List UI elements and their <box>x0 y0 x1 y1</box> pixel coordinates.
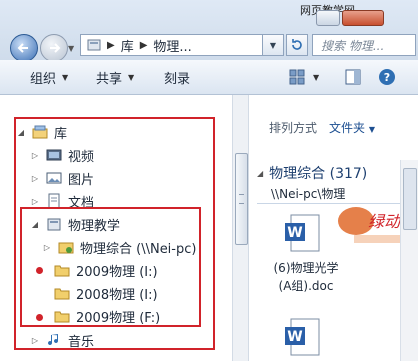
recent-pages-icon[interactable]: ▼ <box>68 44 76 53</box>
chevron-down-icon: ▼ <box>368 125 376 134</box>
arrow-left-icon <box>17 43 28 53</box>
group-title: 物理综合 (317) <box>269 166 368 182</box>
content-pane: 排列方式 文件夹 ▼ ◢ 物理综合 (317) \\Nei-pc\物理 W (6… <box>249 95 418 361</box>
arrow-right-icon <box>50 43 61 53</box>
address-dropdown-button[interactable]: ▼ <box>262 34 284 56</box>
chevron-down-icon: ▼ <box>269 40 277 50</box>
view-dropdown-icon[interactable]: ▼ <box>313 73 319 82</box>
refresh-button[interactable] <box>286 34 308 56</box>
scrollbar-thumb[interactable] <box>235 153 248 245</box>
group-header[interactable]: ◢ 物理综合 (317) <box>257 163 367 183</box>
content-scrollbar[interactable] <box>400 160 418 361</box>
organize-label: 组织 <box>30 72 57 87</box>
address-bar[interactable]: ▶ 库 ▶ 物理... <box>80 34 280 56</box>
refresh-icon <box>292 39 302 50</box>
chevron-right-icon: ▶ <box>107 39 115 51</box>
collapse-icon[interactable]: ◢ <box>257 169 263 178</box>
marker-dot <box>36 314 43 321</box>
search-input[interactable]: 搜索 物理... <box>312 34 416 56</box>
breadcrumb-library[interactable]: 库 <box>121 36 134 55</box>
arrange-by-value: 文件夹 <box>329 121 366 135</box>
back-button[interactable] <box>10 34 38 62</box>
scrollbar-thumb[interactable] <box>403 168 417 230</box>
share-label: 共享 <box>96 72 123 87</box>
minimize-button[interactable] <box>316 10 340 26</box>
grip-icon <box>239 194 244 204</box>
svg-text:W: W <box>287 329 302 345</box>
burn-label: 刻录 <box>164 72 191 87</box>
file-name[interactable]: (6)物理光学(A组).doc <box>271 259 341 295</box>
chevron-down-icon: ▼ <box>62 73 69 82</box>
group-path: \\Nei-pc\物理 <box>271 187 346 201</box>
breadcrumb-physics[interactable]: 物理... <box>153 36 191 55</box>
navigation-pane: ◢ 库 ▷ 视频 ▷ 图片 ▷ 文档 ◢ 物理教学 ▷ 物理综合 (\\Nei-… <box>0 95 232 361</box>
svg-text:W: W <box>287 225 302 241</box>
share-menu[interactable]: 共享 ▼ <box>96 68 134 87</box>
svg-text:?: ? <box>384 71 390 84</box>
word-document-icon[interactable]: W <box>283 317 323 357</box>
organize-menu[interactable]: 组织 ▼ <box>30 68 68 87</box>
burn-button[interactable]: 刻录 <box>164 68 190 87</box>
arrange-by-dropdown[interactable]: 文件夹 ▼ <box>329 119 375 136</box>
chevron-down-icon: ▼ <box>128 73 135 82</box>
word-document-icon[interactable]: W <box>283 213 323 253</box>
arrange-by-label: 排列方式 <box>269 121 318 135</box>
change-view-icon[interactable] <box>288 68 306 86</box>
marker-dot <box>36 267 43 274</box>
help-icon[interactable]: ? <box>378 68 396 86</box>
title-bar: 网页教学网 ▼ ▶ 库 ▶ 物理... ▼ 搜索 物理... <box>0 0 418 62</box>
svg-text:绿动: 绿动 <box>368 212 402 231</box>
close-button[interactable] <box>342 10 384 26</box>
arrange-by-bar: 排列方式 文件夹 ▼ <box>269 119 375 136</box>
highlight-box-inner <box>20 207 201 327</box>
forward-button[interactable] <box>40 34 68 62</box>
library-icon <box>87 39 101 51</box>
preview-pane-icon[interactable] <box>344 68 362 86</box>
chevron-right-icon: ▶ <box>139 39 148 51</box>
navigation-scrollbar[interactable] <box>232 95 249 361</box>
command-bar: 组织 ▼ 共享 ▼ 刻录 ▼ ? <box>0 60 418 95</box>
